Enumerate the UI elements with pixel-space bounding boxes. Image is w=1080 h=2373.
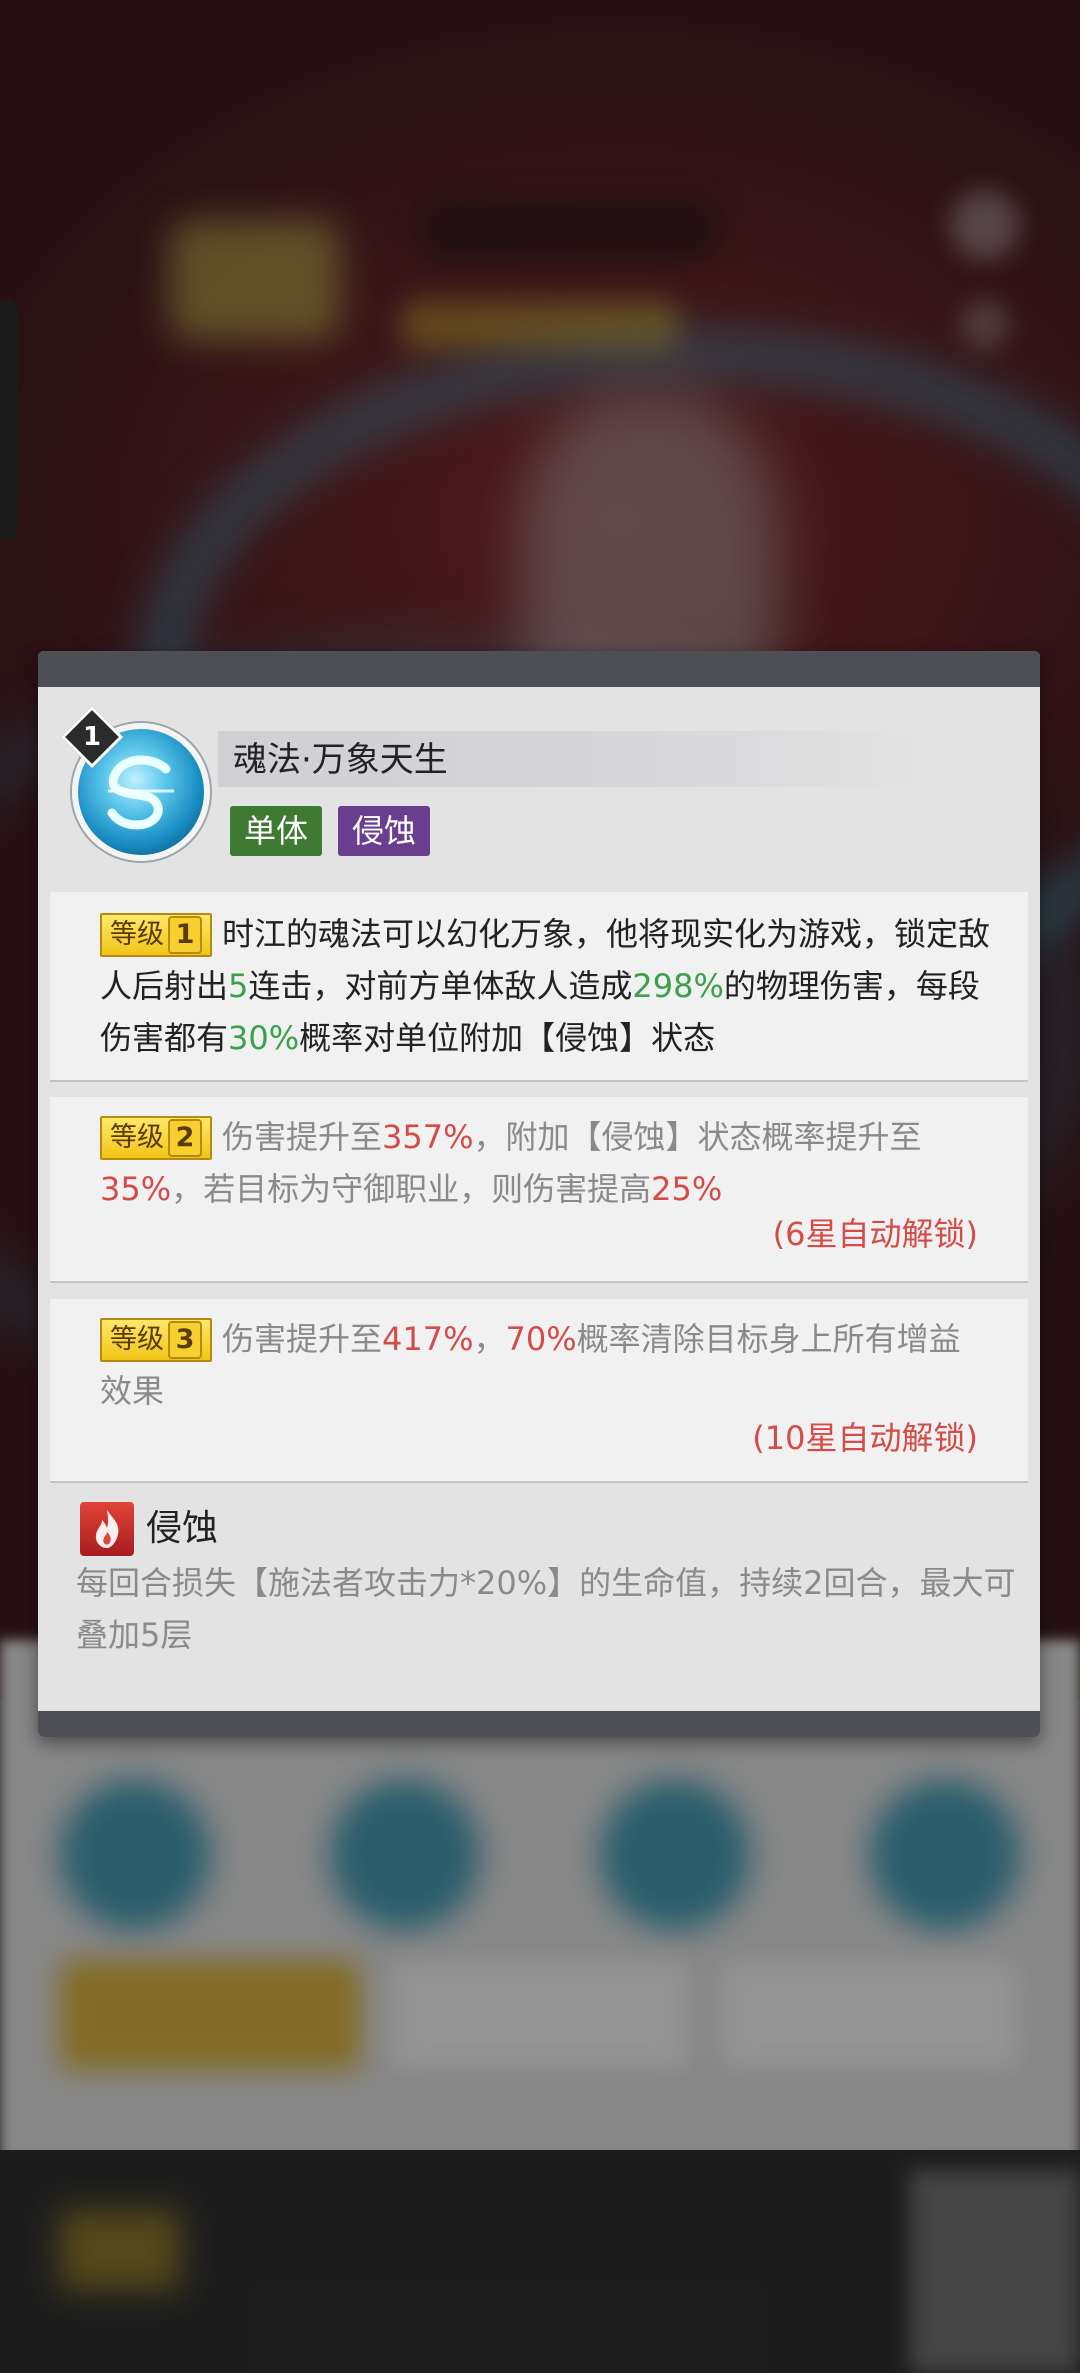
highlight-value: 417%	[382, 1320, 474, 1358]
level-3-block: 等级 3 伤害提升至417%，70%概率清除目标身上所有增益效果 (10星自动解锁)	[50, 1299, 1028, 1481]
level-1-block: 等级 1 时江的魂法可以幻化万象，他将现实化为游戏，锁定敌人后射出5连击，对前方单体…	[50, 892, 1028, 1080]
level-badge-number: 1	[168, 916, 202, 954]
description-text: 连击，对前方单体敌人造成	[248, 967, 633, 1005]
description-text: 概率对单位附加【侵蚀】状态	[299, 1019, 716, 1057]
tag-corrode: 侵蚀	[338, 806, 431, 856]
description-text: 伤害提升至	[222, 1320, 383, 1358]
skill-level-number: 1	[82, 722, 102, 752]
level-badge: 等级 2	[100, 1116, 212, 1160]
highlight-value: 5	[228, 967, 249, 1005]
level-badge-label: 等级	[110, 919, 164, 950]
description-text: ，若目标为守御职业，则伤害提高	[171, 1170, 652, 1208]
highlight-value: 30%	[228, 1019, 300, 1057]
level-3-text: 等级 3 伤害提升至417%，70%概率清除目标身上所有增益效果	[100, 1313, 990, 1417]
level-badge-label: 等级	[110, 1324, 164, 1355]
description-text: 伤害提升至	[222, 1118, 383, 1156]
highlight-value: 357%	[382, 1118, 474, 1156]
level-badge-label: 等级	[110, 1122, 164, 1153]
highlight-value: 70%	[505, 1320, 577, 1358]
level-2-block: 等级 2 伤害提升至357%，附加【侵蚀】状态概率提升至 35%，若目标为守御职业，则…	[50, 1097, 1028, 1281]
tag-single-target: 单体	[230, 806, 323, 856]
modal-top-bar	[38, 651, 1040, 687]
level-badge-number: 2	[168, 1119, 202, 1157]
highlight-value: 298%	[632, 967, 724, 1005]
effect-description: 每回合损失【施法者攻击力*20%】的生命值，持续2回合，最大可叠加5层	[76, 1564, 1016, 1654]
highlight-value: 35%	[100, 1170, 172, 1208]
flame-icon	[80, 1502, 134, 1556]
level-badge: 等级 3	[100, 1318, 212, 1362]
level-3-unlock-note: (10星自动解锁)	[752, 1419, 978, 1457]
level-2-unlock-note: (6星自动解锁)	[772, 1215, 978, 1253]
modal-bottom-bar	[38, 1711, 1040, 1737]
level-badge: 等级 1	[100, 913, 212, 957]
description-text: ，	[473, 1320, 506, 1358]
level-1-text: 等级 1 时江的魂法可以幻化万象，他将现实化为游戏，锁定敌人后射出5连击，对前方单体…	[100, 908, 990, 1064]
skill-detail-modal: 1 魂法·万象天生 单体 侵蚀 等级 1 时江的魂法可以幻化万象，他将现实化为游戏，…	[38, 651, 1040, 1737]
level-2-text: 等级 2 伤害提升至357%，附加【侵蚀】状态概率提升至 35%，若目标为守御职业，则…	[100, 1111, 990, 1215]
skill-title: 魂法·万象天生	[233, 740, 448, 780]
highlight-value: 25%	[651, 1170, 723, 1208]
description-text: ，附加【侵蚀】状态概率提升至	[473, 1118, 922, 1156]
level-badge-number: 3	[168, 1321, 202, 1359]
effect-name: 侵蚀	[146, 1508, 219, 1549]
